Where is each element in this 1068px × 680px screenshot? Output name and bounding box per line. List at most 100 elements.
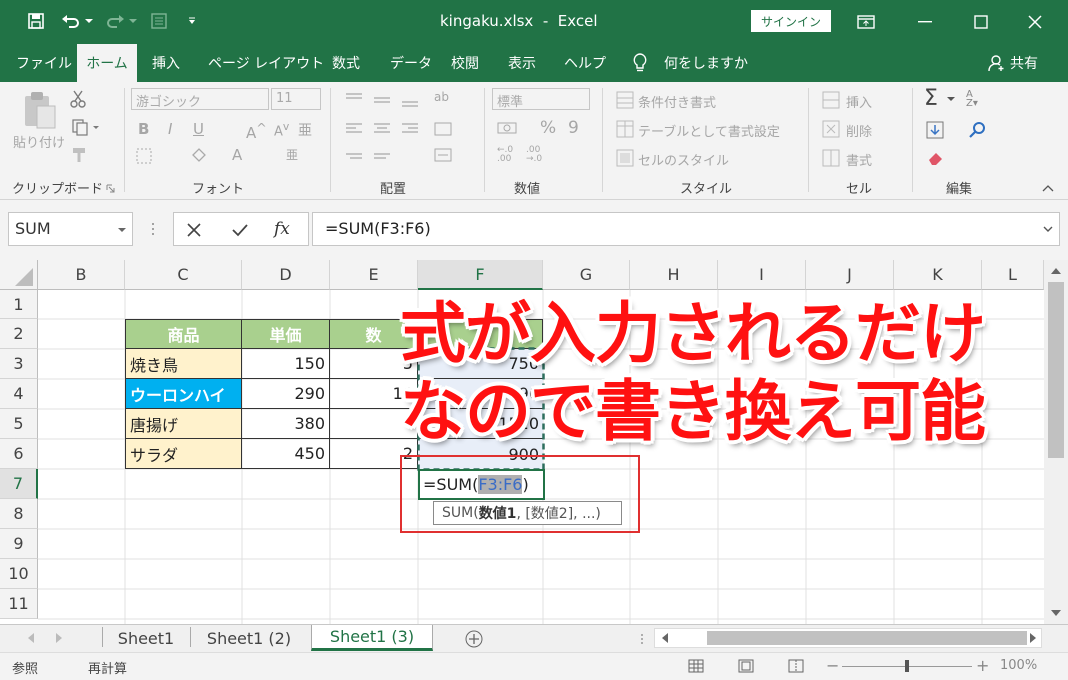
price-cell[interactable]: 290 [242,379,330,409]
sheet-tab-1[interactable]: Sheet1 [104,625,188,651]
copy-icon[interactable] [66,116,106,138]
collapse-ribbon-icon[interactable] [1040,182,1056,194]
delete-cells-button[interactable]: 削除 [846,121,872,140]
conditional-format-button[interactable]: 条件付き書式 [638,92,716,111]
normal-view-icon[interactable] [686,657,706,675]
accounting-format-icon[interactable] [494,118,524,138]
redo-dropdown-icon[interactable] [128,10,138,32]
paste-icon[interactable] [16,88,62,132]
item-name-cell[interactable]: ウーロンハイ [125,379,242,409]
save-icon[interactable] [25,10,47,32]
share-user-icon[interactable] [986,44,1008,82]
row-header-10[interactable]: 10 [0,559,38,589]
row-header-9[interactable]: 9 [0,529,38,559]
next-sheet-icon[interactable] [52,631,66,645]
format-cells-button[interactable]: 書式 [846,150,872,169]
tab-file[interactable]: ファイル [14,44,74,82]
form-icon[interactable] [148,10,170,32]
find-select-icon[interactable] [966,120,990,140]
row-header-6[interactable]: 6 [0,439,38,469]
tab-split-grip-icon[interactable] [638,631,646,647]
tell-me-search[interactable]: 何をしますか [662,44,750,82]
item-name-cell[interactable]: サラダ [125,439,242,469]
row-header-4[interactable]: 4 [0,379,38,409]
format-as-table-button[interactable]: テーブルとして書式設定 [638,121,780,140]
signin-button[interactable]: サインイン [751,10,831,32]
comma-style-icon[interactable]: 9 [568,118,579,138]
vertical-scroll-thumb[interactable] [1048,282,1064,458]
insert-cells-button[interactable]: 挿入 [846,92,872,111]
customize-qat-icon[interactable] [184,10,200,32]
item-name-cell[interactable]: 唐揚げ [125,409,242,439]
format-painter-icon[interactable] [68,144,92,166]
zoom-in-icon[interactable]: + [976,656,989,675]
redo-icon[interactable] [104,10,126,32]
page-break-view-icon[interactable] [786,657,806,675]
autosum-dropdown-icon[interactable] [946,94,956,104]
font-size-combo[interactable]: 11 [271,88,321,110]
increase-decimal-icon[interactable]: ←.0.00 [497,146,513,164]
column-header-b[interactable]: B [38,260,125,290]
sheet-tab-3[interactable]: Sheet1 (3) [311,625,433,651]
decrease-font-icon[interactable]: Av [274,120,289,139]
expand-formula-bar-icon[interactable] [1042,224,1054,234]
column-header-l[interactable]: L [982,260,1044,290]
formula-bar-grip-icon[interactable] [149,218,157,240]
prev-sheet-icon[interactable] [24,631,38,645]
formula-input[interactable]: =SUM(F3:F6) [312,212,1060,246]
minimize-button[interactable] [902,0,948,44]
tab-data[interactable]: データ [388,44,434,82]
page-layout-view-icon[interactable] [736,657,756,675]
enter-icon[interactable] [228,219,252,241]
undo-icon[interactable] [60,10,82,32]
bold-icon[interactable]: B [138,120,149,138]
autosum-icon[interactable]: Σ [924,86,938,111]
column-header-c[interactable]: C [125,260,242,290]
phonetic-icon[interactable]: 亜 [298,120,312,140]
cut-icon[interactable] [66,88,90,110]
wrap-text-icon[interactable] [432,120,454,138]
column-header-d[interactable]: D [242,260,330,290]
share-button[interactable]: 共有 [1008,44,1040,82]
alignment-icons[interactable] [342,90,432,170]
clear-icon[interactable] [924,148,948,168]
scroll-left-icon[interactable] [657,631,673,645]
scroll-down-icon[interactable] [1046,604,1066,622]
tab-help[interactable]: ヘルプ [562,44,608,82]
name-box[interactable]: SUM [8,212,133,246]
ribbon-display-options-icon[interactable] [843,0,889,44]
insert-function-icon[interactable]: fx [274,219,290,239]
add-sheet-icon[interactable] [464,629,484,649]
fill-icon[interactable] [924,120,946,140]
scroll-right-icon[interactable] [1025,631,1041,645]
cancel-icon[interactable] [182,219,206,241]
borders-icon[interactable] [134,146,154,166]
undo-dropdown-icon[interactable] [84,10,94,32]
fill-color-icon[interactable] [188,146,210,166]
scroll-up-icon[interactable] [1046,262,1066,280]
price-cell[interactable]: 380 [242,409,330,439]
tab-formulas[interactable]: 数式 [330,44,362,82]
tab-view[interactable]: 表示 [506,44,538,82]
zoom-slider-thumb[interactable] [905,660,909,672]
row-header-11[interactable]: 11 [0,589,38,619]
name-box-dropdown-icon[interactable] [116,225,128,235]
sheet-tab-2[interactable]: Sheet1 (2) [192,625,306,651]
tab-insert[interactable]: 挿入 [150,44,182,82]
close-button[interactable] [1012,0,1058,44]
decrease-decimal-icon[interactable]: .00 →.0 [526,146,542,164]
zoom-out-icon[interactable]: − [826,656,839,675]
price-cell[interactable]: 150 [242,349,330,379]
vertical-scrollbar[interactable] [1044,260,1068,624]
font-color-icon[interactable]: A [232,146,242,164]
cell-styles-button[interactable]: セルのスタイル [638,150,729,169]
lightbulb-icon[interactable] [630,44,650,82]
font-name-combo[interactable]: 游ゴシック [131,88,269,110]
ruby-icon[interactable]: 亜 [286,146,298,163]
horizontal-scroll-thumb[interactable] [707,631,1027,645]
price-cell[interactable]: 450 [242,439,330,469]
tab-review[interactable]: 校閲 [449,44,481,82]
zoom-level[interactable]: 100% [1000,658,1037,673]
header-cell-price[interactable]: 単価 [242,319,330,349]
tab-page-layout[interactable]: ページ レイアウト [206,44,326,82]
